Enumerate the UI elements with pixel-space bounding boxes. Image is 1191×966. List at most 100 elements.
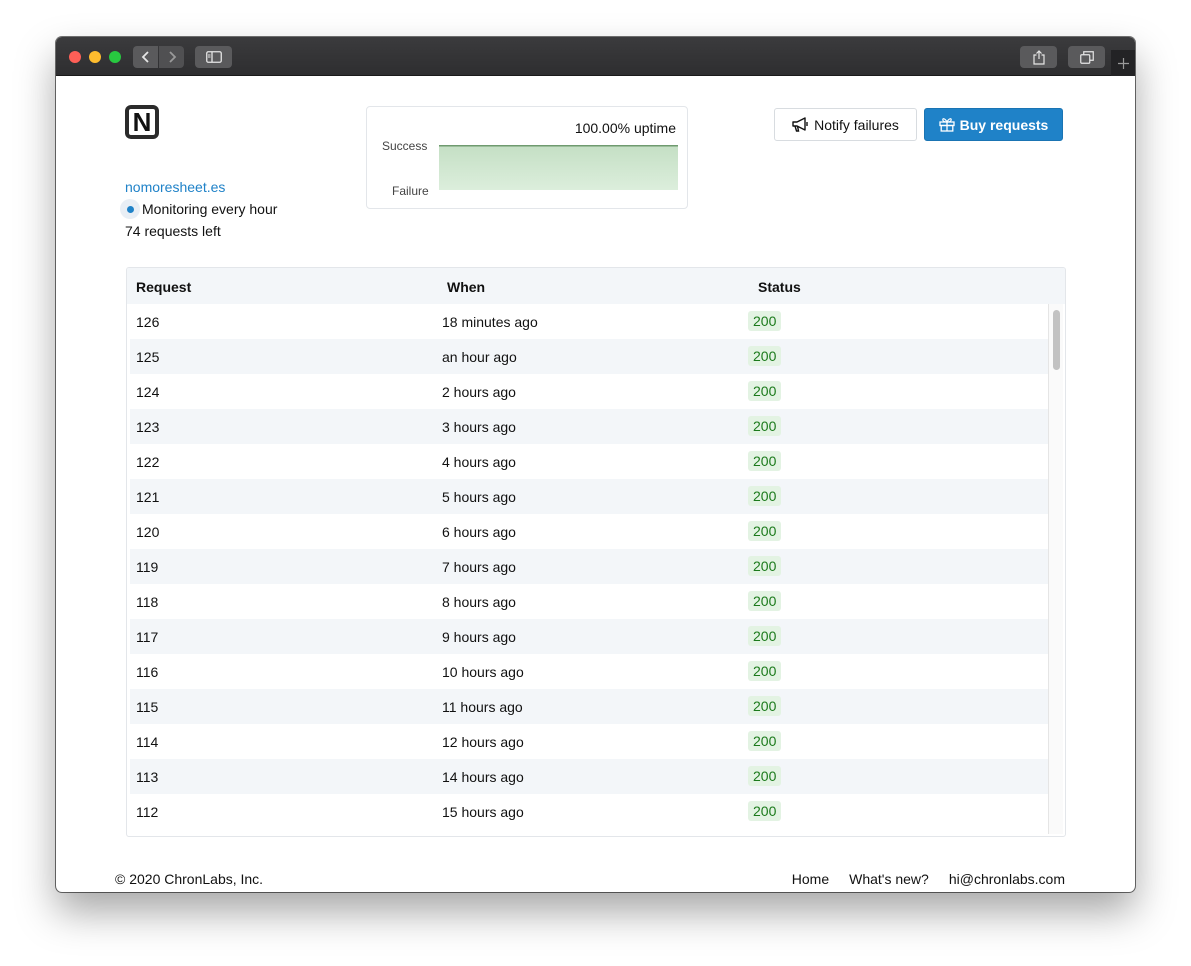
request-when-cell: 10 hours ago [442,664,524,680]
column-header-when: When [447,279,486,295]
table-row[interactable]: 115 11 hours ago 200 [130,689,1048,724]
megaphone-icon [792,117,808,132]
share-button[interactable] [1020,46,1057,68]
table-header: Request When Status [127,268,1065,304]
uptime-area [439,145,678,190]
status-badge: 200 [748,451,782,471]
status-badge: 200 [748,486,782,506]
new-tab-button[interactable] [1111,50,1135,76]
request-id-cell: 125 [136,349,160,365]
request-when-cell: 8 hours ago [442,594,516,610]
request-when-cell: 4 hours ago [442,454,516,470]
request-when-cell: 7 hours ago [442,559,516,575]
request-id-cell: 120 [136,524,160,540]
status-badge: 200 [748,346,782,366]
footer-link-email[interactable]: hi@chronlabs.com [949,871,1065,887]
requests-table: Request When Status 126 18 minutes ago 200… [126,267,1066,837]
column-header-request: Request [136,279,192,295]
monitoring-status: Monitoring every hour [120,199,277,219]
table-scrollbar-thumb[interactable] [1053,310,1060,370]
close-window-button[interactable] [69,51,81,63]
browser-window: N nomoresheet.es Monitoring every hour 7… [56,37,1135,892]
table-body[interactable]: 126 18 minutes ago 200 125 an hour ago 200 124… [130,304,1048,834]
request-id-cell: 115 [136,699,159,715]
uptime-percentage: 100.00% uptime [574,120,676,136]
site-domain-link[interactable]: nomoresheet.es [125,179,225,195]
zoom-window-button[interactable] [109,51,121,63]
status-badge: 200 [748,626,782,646]
table-row[interactable]: 126 18 minutes ago 200 [130,304,1048,339]
table-row[interactable]: 117 9 hours ago 200 [130,619,1048,654]
table-row[interactable]: 119 7 hours ago 200 [130,549,1048,584]
table-scrollbar[interactable] [1048,304,1063,834]
notify-failures-button[interactable]: Notify failures [774,108,917,141]
status-badge: 200 [748,521,782,541]
sidebar-icon [205,51,222,63]
request-id-cell: 126 [136,314,160,330]
table-row[interactable]: 124 2 hours ago 200 [130,374,1048,409]
request-id-cell: 114 [136,734,159,750]
status-dot-icon [120,199,140,219]
request-id-cell: 121 [136,489,160,505]
page-content: N nomoresheet.es Monitoring every hour 7… [56,76,1135,892]
request-when-cell: 11 hours ago [442,699,523,715]
status-badge: 200 [748,731,782,751]
table-row[interactable]: 123 3 hours ago 200 [130,409,1048,444]
request-when-cell: 15 hours ago [442,804,524,820]
request-when-cell: 5 hours ago [442,489,516,505]
request-when-cell: 14 hours ago [442,769,524,785]
table-row[interactable]: 116 10 hours ago 200 [130,654,1048,689]
request-id-cell: 118 [136,594,159,610]
table-row[interactable]: 122 4 hours ago 200 [130,444,1048,479]
request-id-cell: 117 [136,629,159,645]
notify-failures-label: Notify failures [814,116,899,133]
status-badge: 200 [748,381,782,401]
back-icon [141,51,149,63]
uptime-plot [439,145,678,190]
request-id-cell: 123 [136,419,160,435]
failure-axis-label: Failure [392,184,429,198]
minimize-window-button[interactable] [89,51,101,63]
back-button[interactable] [133,46,158,68]
share-icon [1032,49,1045,65]
table-row[interactable]: 121 5 hours ago 200 [130,479,1048,514]
uptime-chart-card: 100.00% uptime Success Failure [366,106,688,209]
sidebar-toggle-button[interactable] [195,46,232,68]
site-logo: N [125,105,159,139]
request-id-cell: 122 [136,454,160,470]
monitoring-frequency: Monitoring every hour [142,201,278,217]
request-when-cell: 2 hours ago [442,384,516,400]
footer-link-whats-new[interactable]: What's new? [849,871,929,887]
request-when-cell: 6 hours ago [442,524,516,540]
status-badge: 200 [748,416,782,436]
table-row[interactable]: 125 an hour ago 200 [130,339,1048,374]
footer-link-home[interactable]: Home [792,871,829,887]
table-row[interactable]: 114 12 hours ago 200 [130,724,1048,759]
table-row[interactable]: 112 15 hours ago 200 [130,794,1048,829]
request-when-cell: 3 hours ago [442,419,516,435]
request-when-cell: 12 hours ago [442,734,524,750]
footer-copyright: © 2020 ChronLabs, Inc. [115,871,264,887]
table-row[interactable]: 113 14 hours ago 200 [130,759,1048,794]
table-row[interactable]: 118 8 hours ago 200 [130,584,1048,619]
status-badge: 200 [748,556,782,576]
tab-overview-button[interactable] [1068,46,1105,68]
status-badge: 200 [748,661,782,681]
tabs-icon [1079,50,1094,64]
status-badge: 200 [748,591,782,611]
request-id-cell: 113 [136,769,159,785]
forward-button[interactable] [159,46,184,68]
new-tab-icon [1117,57,1129,69]
gift-icon [938,118,955,132]
browser-titlebar [56,37,1135,76]
status-badge: 200 [748,311,782,331]
success-axis-label: Success [382,139,428,153]
table-row[interactable]: 120 6 hours ago 200 [130,514,1048,549]
buy-requests-label: Buy requests [959,116,1049,133]
forward-icon [168,51,176,63]
requests-left: 74 requests left [125,223,221,239]
buy-requests-button[interactable]: Buy requests [924,108,1063,141]
request-when-cell: 9 hours ago [442,629,516,645]
status-badge: 200 [748,801,782,821]
request-when-cell: an hour ago [442,349,517,365]
